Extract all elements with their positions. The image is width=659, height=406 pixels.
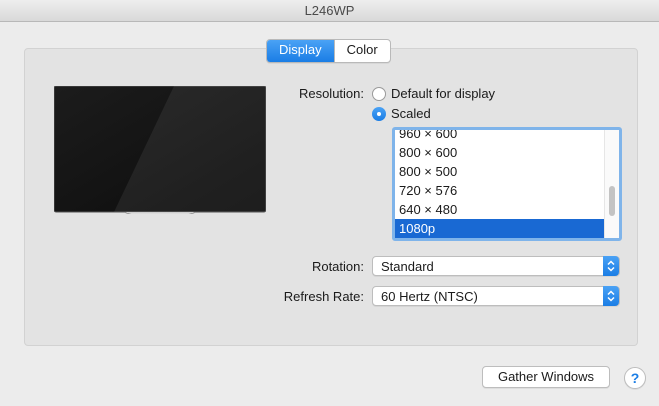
help-button[interactable]: ? <box>624 367 646 389</box>
refresh-rate-popup[interactable]: 60 Hertz (NTSC) <box>372 286 620 306</box>
list-item[interactable]: 720 × 576 <box>395 181 605 200</box>
display-preview-icon <box>54 86 266 214</box>
radio-button[interactable] <box>372 106 386 121</box>
tab-display[interactable]: Display <box>267 40 334 62</box>
radio-scaled[interactable]: Scaled <box>372 106 431 121</box>
tab-switcher: Display Color <box>266 39 391 63</box>
resolution-list-items: 960 × 600 800 × 600 800 × 500 720 × 576 … <box>395 130 605 238</box>
list-item-selected[interactable]: 1080p <box>395 219 605 238</box>
resolution-label: Resolution: <box>298 86 364 101</box>
window-title: L246WP <box>304 3 355 18</box>
radio-label: Default for display <box>391 86 496 101</box>
list-item[interactable]: 640 × 480 <box>395 200 605 219</box>
tab-color[interactable]: Color <box>333 40 390 62</box>
rotation-popup[interactable]: Standard <box>372 256 620 276</box>
scrollbar-thumb[interactable] <box>609 186 615 216</box>
chevron-updown-icon <box>603 256 619 276</box>
gather-windows-button[interactable]: Gather Windows <box>482 366 610 388</box>
radio-button[interactable] <box>372 86 386 101</box>
refresh-rate-value: 60 Hertz (NTSC) <box>381 289 478 304</box>
title-bar: L246WP <box>0 0 659 22</box>
radio-label: Scaled <box>391 106 431 121</box>
rotation-label: Rotation: <box>311 259 364 274</box>
rotation-value: Standard <box>381 259 434 274</box>
chevron-updown-icon <box>603 286 619 306</box>
scrollbar[interactable] <box>604 130 619 238</box>
list-item[interactable]: 800 × 500 <box>395 162 605 181</box>
radio-default-for-display[interactable]: Default for display <box>372 86 495 101</box>
list-item[interactable]: 800 × 600 <box>395 143 605 162</box>
resolution-list[interactable]: 960 × 600 800 × 600 800 × 500 720 × 576 … <box>392 127 622 241</box>
list-item[interactable]: 960 × 600 <box>395 130 605 143</box>
refresh-rate-label: Refresh Rate: <box>283 289 364 304</box>
